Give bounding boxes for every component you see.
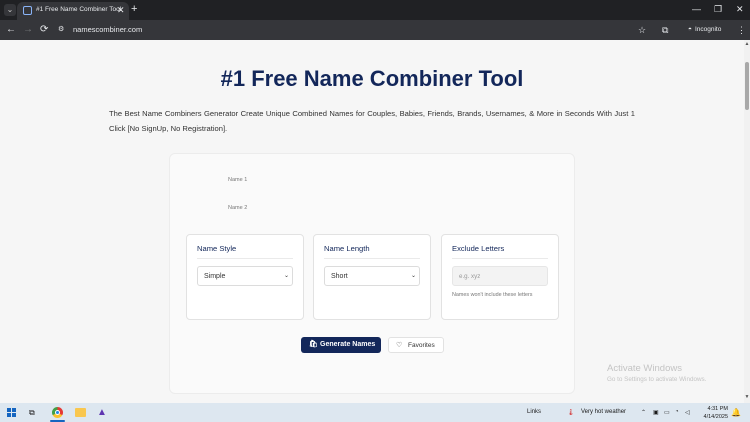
links-toolbar[interactable]: Links — [527, 409, 541, 415]
volume-icon[interactable]: ◁ — [685, 409, 690, 416]
app-icon[interactable]: ▲ — [97, 407, 107, 418]
name-length-select[interactable]: Short ⌄ — [324, 266, 420, 286]
incognito-label: Incognito — [694, 26, 722, 33]
name1-label: Name 1 — [228, 177, 248, 183]
minimize-button[interactable]: — — [692, 3, 701, 15]
thermometer-icon: 🌡 — [567, 410, 575, 416]
name-style-value: Simple — [204, 273, 226, 280]
page-scrollbar[interactable]: ▲ ▼ — [744, 40, 750, 403]
address-bar[interactable]: namescombiner.com — [73, 25, 142, 34]
name-style-panel: Name Style Simple ⌄ — [186, 234, 304, 320]
favorites-button[interactable]: ♡ Favorites — [388, 337, 444, 353]
name-style-select[interactable]: Simple ⌄ — [197, 266, 293, 286]
shopping-bag-icon: 🛍 — [309, 341, 318, 348]
activate-windows-title: Activate Windows — [607, 363, 682, 374]
divider — [197, 258, 293, 259]
scroll-up-icon[interactable]: ▲ — [744, 41, 750, 47]
site-info-icon[interactable]: ⚙ — [58, 24, 64, 36]
wifi-icon[interactable]: ◔ — [675, 409, 679, 415]
incognito-icon: ◓ — [688, 26, 692, 33]
file-explorer-icon[interactable] — [75, 408, 86, 417]
new-tab-button[interactable]: + — [131, 2, 137, 16]
scrollbar-thumb[interactable] — [745, 62, 749, 110]
page-title: #1 Free Name Combiner Tool — [220, 66, 524, 91]
exclude-letters-input[interactable]: e.g. xyz — [452, 266, 548, 286]
activate-windows-watermark: Activate Windows Go to Settings to activ… — [607, 363, 706, 383]
clock-date: 4/14/2025 — [703, 414, 728, 420]
page-description: The Best Name Combiners Generator Create… — [109, 109, 635, 133]
system-clock[interactable]: 4:31 PM 4/14/2025 — [696, 405, 728, 421]
browser-tab-active[interactable]: #1 Free Name Combiner Tool ✕ — [17, 2, 129, 20]
scroll-down-icon[interactable]: ▼ — [744, 394, 750, 400]
tab-title: #1 Free Name Combiner Tool — [36, 6, 122, 13]
name2-label: Name 2 — [228, 205, 248, 211]
star-icon[interactable]: ☆ — [638, 23, 646, 37]
browser-toolbar: ← → ⟳ ⚙ namescombiner.com ☆ ⧉ ◓ Incognito… — [0, 20, 750, 40]
combiner-form-card: Name 1 Name 2 Name Style Simple ⌄ Name L… — [169, 153, 575, 394]
weather-widget[interactable]: Very hot weather — [581, 409, 626, 415]
tab-search-button[interactable]: ⌄ — [4, 4, 16, 16]
tab-close-icon[interactable]: ✕ — [117, 5, 125, 15]
reload-button[interactable]: ⟳ — [40, 23, 48, 37]
notification-bell-icon[interactable]: 🔔 — [731, 407, 741, 418]
name-length-title: Name Length — [324, 244, 370, 253]
forward-button[interactable]: → — [23, 23, 33, 37]
chevron-down-icon: ⌄ — [411, 273, 417, 279]
incognito-indicator[interactable]: ◓ Incognito — [688, 24, 721, 36]
exclude-letters-placeholder: e.g. xyz — [459, 273, 481, 280]
generate-names-button[interactable]: 🛍 Generate Names — [301, 337, 381, 353]
exclude-letters-panel: Exclude Letters e.g. xyz Names won't inc… — [441, 234, 559, 320]
chevron-down-icon: ⌄ — [284, 273, 290, 279]
chevron-up-icon[interactable]: ⌃ — [641, 409, 646, 416]
exclude-letters-hint: Names won't include these letters — [452, 292, 533, 298]
windows-start-icon[interactable] — [7, 408, 16, 417]
tray-app-icon[interactable]: ▣ — [653, 409, 659, 416]
name1-input[interactable] — [252, 173, 552, 187]
favorites-label: Favorites — [408, 342, 435, 349]
battery-icon[interactable]: ▭ — [664, 409, 670, 416]
divider — [324, 258, 420, 259]
chrome-icon[interactable] — [52, 407, 63, 418]
name-style-title: Name Style — [197, 244, 237, 253]
window-close-button[interactable]: ✕ — [736, 3, 744, 15]
name-length-value: Short — [331, 273, 348, 280]
browser-tab-strip: ⌄ #1 Free Name Combiner Tool ✕ + — ❐ ✕ — [0, 0, 750, 20]
divider — [452, 258, 548, 259]
puzzle-icon[interactable]: ⧉ — [662, 23, 668, 37]
windows-taskbar: ⧉ ▲ Links 🌡 Very hot weather ⌃ ▣ ▭ ◔ ◁ 4… — [0, 403, 750, 422]
exclude-letters-title: Exclude Letters — [452, 244, 505, 253]
heart-icon: ♡ — [396, 342, 403, 349]
back-button[interactable]: ← — [6, 23, 16, 37]
name2-input[interactable] — [252, 201, 552, 215]
page-content: #1 Free Name Combiner Tool The Best Name… — [0, 40, 744, 403]
clock-time: 4:31 PM — [707, 406, 728, 412]
restore-button[interactable]: ❐ — [714, 3, 722, 15]
name-length-panel: Name Length Short ⌄ — [313, 234, 431, 320]
generate-names-label: Generate Names — [320, 341, 376, 348]
task-view-icon[interactable]: ⧉ — [29, 406, 35, 419]
tab-favicon-icon — [23, 6, 32, 15]
activate-windows-subtitle: Go to Settings to activate Windows. — [607, 376, 707, 383]
menu-dots-icon[interactable]: ⋮ — [737, 23, 746, 37]
